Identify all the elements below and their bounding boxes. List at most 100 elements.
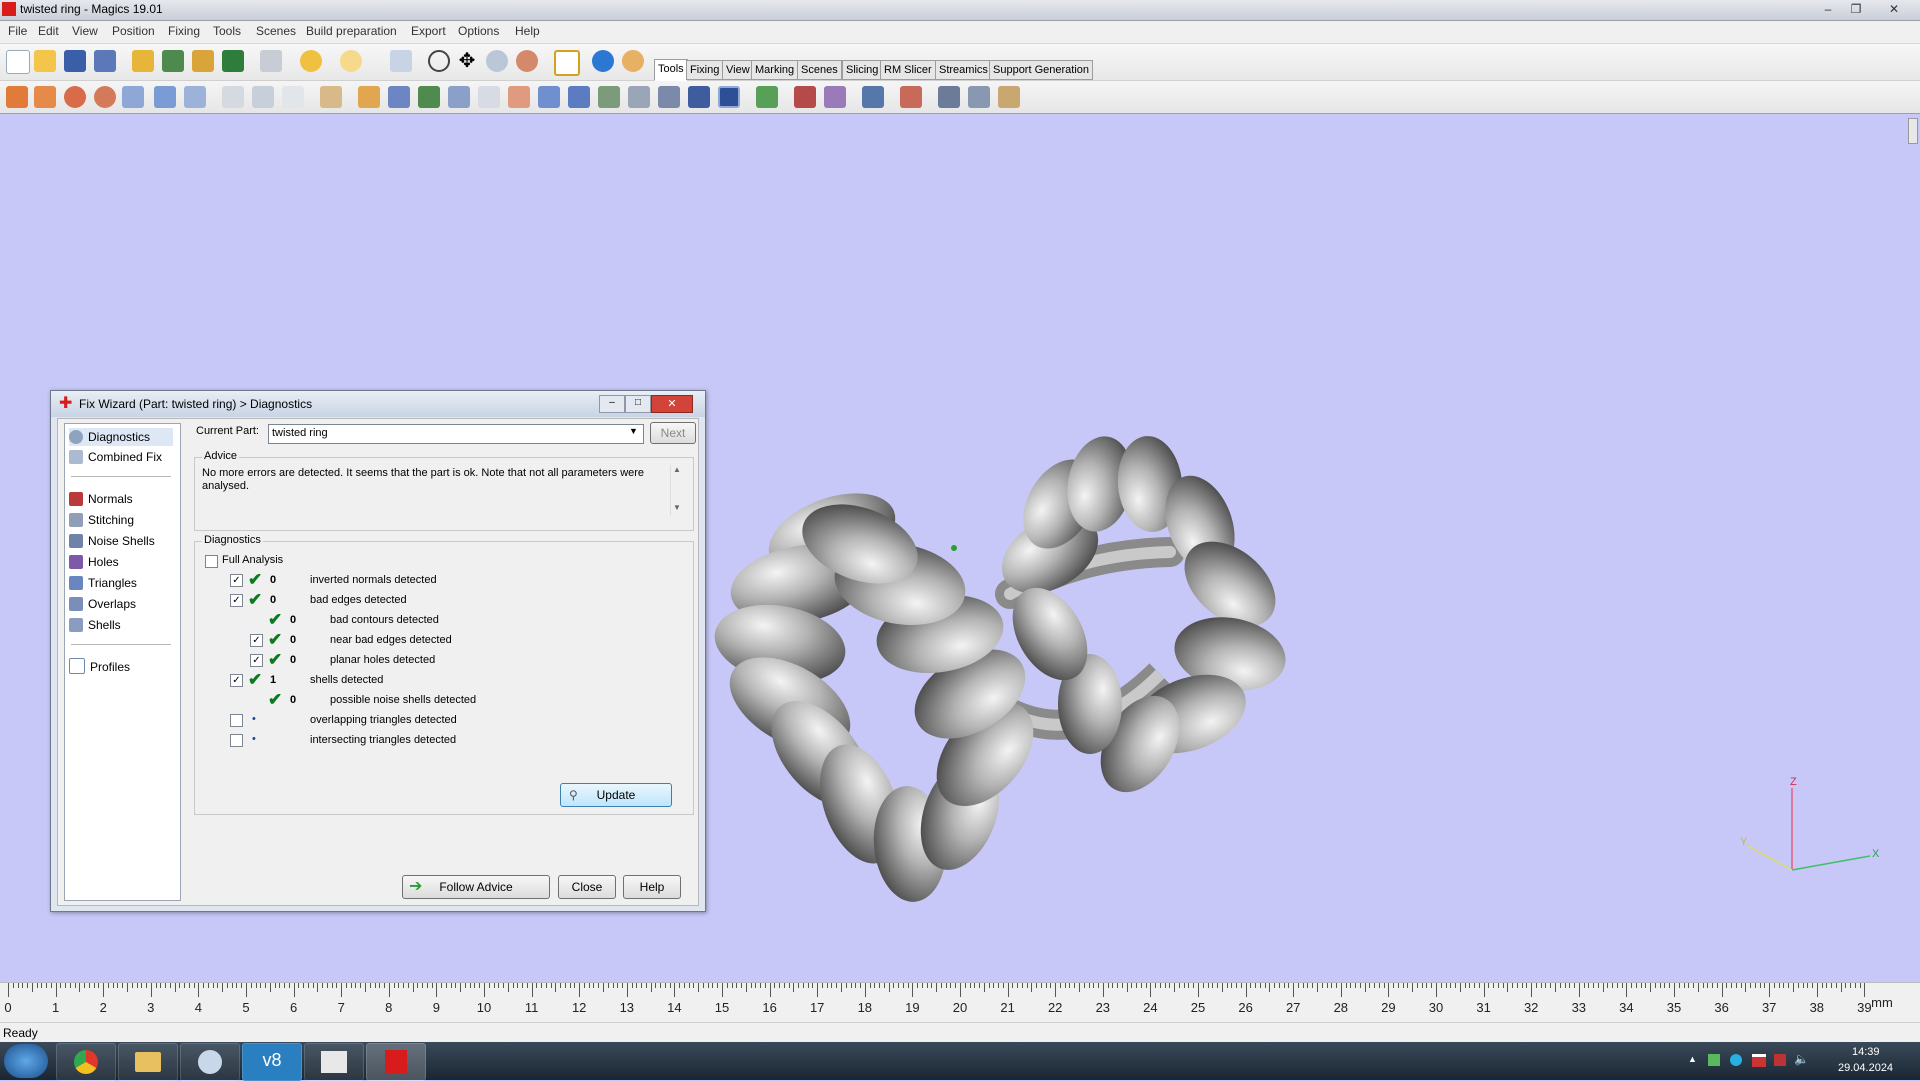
export-part-icon[interactable] bbox=[162, 50, 184, 72]
rescale-icon[interactable] bbox=[122, 86, 144, 108]
tray-expand-icon[interactable]: ▲ bbox=[1688, 1054, 1697, 1064]
smooth-icon[interactable] bbox=[478, 86, 500, 108]
offset-icon[interactable] bbox=[282, 86, 304, 108]
diagnostic-checkbox[interactable]: ✓ bbox=[250, 654, 263, 667]
shell-icon[interactable] bbox=[538, 86, 560, 108]
menu-file[interactable]: File bbox=[8, 24, 27, 38]
autofix-icon[interactable] bbox=[824, 86, 846, 108]
nav-item-normals[interactable]: Normals bbox=[69, 490, 133, 508]
volume-icon[interactable]: 🔈 bbox=[1794, 1052, 1809, 1066]
import-part-icon[interactable] bbox=[132, 50, 154, 72]
menu-build-preparation[interactable]: Build preparation bbox=[306, 24, 397, 38]
duplicate-icon[interactable] bbox=[184, 86, 206, 108]
follow-advice-button[interactable]: ➔ Follow Advice bbox=[402, 875, 550, 899]
task-list-icon[interactable] bbox=[554, 50, 580, 76]
wrap-icon[interactable] bbox=[628, 86, 650, 108]
help-button[interactable]: Help bbox=[623, 875, 681, 899]
taskbar-magics-button[interactable] bbox=[366, 1043, 426, 1081]
full-analysis-checkbox[interactable] bbox=[205, 555, 218, 568]
help-icon[interactable] bbox=[592, 50, 614, 72]
slice-icon[interactable] bbox=[968, 86, 990, 108]
clock-time[interactable]: 14:39 bbox=[1852, 1046, 1880, 1058]
zoom-window-icon[interactable] bbox=[516, 50, 538, 72]
menu-tools[interactable]: Tools bbox=[213, 24, 241, 38]
unload-part-icon[interactable] bbox=[222, 50, 244, 72]
diagnostic-checkbox[interactable]: ✓ bbox=[230, 674, 243, 687]
menu-options[interactable]: Options bbox=[458, 24, 499, 38]
move-icon[interactable] bbox=[34, 86, 56, 108]
network-icon[interactable] bbox=[1708, 1054, 1720, 1066]
rotate-view-icon[interactable] bbox=[428, 50, 450, 72]
minimize-button[interactable]: – bbox=[1814, 0, 1842, 18]
sweep-icon[interactable] bbox=[598, 86, 620, 108]
hollow-icon[interactable] bbox=[252, 86, 274, 108]
menu-export[interactable]: Export bbox=[411, 24, 446, 38]
user-icon[interactable] bbox=[622, 50, 644, 72]
menu-fixing[interactable]: Fixing bbox=[168, 24, 200, 38]
new-file-icon[interactable] bbox=[6, 50, 30, 74]
triangle-reduction-icon[interactable] bbox=[658, 86, 680, 108]
diagnostic-checkbox[interactable] bbox=[230, 734, 243, 747]
fix-wizard-icon[interactable] bbox=[794, 86, 816, 108]
dialog-close-button[interactable]: ✕ bbox=[651, 395, 693, 413]
tab-view[interactable]: View bbox=[722, 60, 754, 80]
nav-item-diagnostics[interactable]: Diagnostics bbox=[69, 428, 173, 446]
rotate-icon[interactable] bbox=[64, 86, 86, 108]
part-list-icon[interactable] bbox=[862, 86, 884, 108]
nav-item-triangles[interactable]: Triangles bbox=[69, 574, 137, 592]
part-info-icon[interactable] bbox=[388, 86, 410, 108]
nav-item-overlaps[interactable]: Overlaps bbox=[69, 595, 136, 613]
diagnostic-checkbox[interactable] bbox=[230, 714, 243, 727]
taskbar-app-button[interactable] bbox=[304, 1043, 364, 1081]
pin-panel-icon[interactable] bbox=[1908, 118, 1918, 144]
twisted-ring-model[interactable] bbox=[708, 431, 1291, 905]
dialog-maximize-button[interactable]: □ bbox=[625, 395, 651, 413]
advice-scrollbar[interactable]: ▲ ▼ bbox=[670, 465, 683, 515]
diagnostic-checkbox[interactable]: ✓ bbox=[250, 634, 263, 647]
tab-support-generation[interactable]: Support Generation bbox=[989, 60, 1094, 80]
nav-item-stitching[interactable]: Stitching bbox=[69, 511, 134, 529]
close-button[interactable]: Close bbox=[558, 875, 616, 899]
scroll-down-icon[interactable]: ▼ bbox=[673, 503, 681, 512]
maximize-button[interactable]: ❐ bbox=[1842, 0, 1870, 18]
start-button[interactable] bbox=[4, 1044, 48, 1078]
select-part-icon[interactable] bbox=[390, 50, 412, 72]
section-icon[interactable] bbox=[568, 86, 590, 108]
skype-icon[interactable] bbox=[1730, 1054, 1742, 1066]
nav-item-profiles[interactable]: Profiles bbox=[69, 658, 130, 676]
taskbar-v8-button[interactable]: v8 bbox=[242, 1043, 302, 1081]
action-center-icon[interactable] bbox=[1774, 1054, 1786, 1066]
menu-edit[interactable]: Edit bbox=[38, 24, 59, 38]
menu-position[interactable]: Position bbox=[112, 24, 155, 38]
nav-item-holes[interactable]: Holes bbox=[69, 553, 119, 571]
menu-view[interactable]: View bbox=[72, 24, 98, 38]
hand-tool-icon[interactable] bbox=[320, 86, 342, 108]
diagnostic-checkbox[interactable]: ✓ bbox=[230, 574, 243, 587]
redo-icon[interactable] bbox=[340, 50, 362, 72]
save-icon[interactable] bbox=[64, 50, 86, 72]
label-icon[interactable] bbox=[418, 86, 440, 108]
taskbar-paint-button[interactable] bbox=[180, 1043, 240, 1081]
load-scene-icon[interactable] bbox=[192, 50, 214, 72]
mirror-icon[interactable] bbox=[154, 86, 176, 108]
tab-slicing[interactable]: Slicing bbox=[842, 60, 883, 80]
tab-streamics[interactable]: Streamics bbox=[935, 60, 992, 80]
tab-rm-slicer[interactable]: RM Slicer bbox=[880, 60, 936, 80]
translate-icon[interactable] bbox=[6, 86, 28, 108]
settings-icon[interactable] bbox=[938, 86, 960, 108]
update-button[interactable]: ⚲ Update bbox=[560, 783, 672, 807]
tab-scenes[interactable]: Scenes bbox=[797, 60, 842, 80]
tab-marking[interactable]: Marking bbox=[751, 60, 799, 80]
taskbar-explorer-button[interactable] bbox=[118, 1043, 178, 1081]
undo-icon[interactable] bbox=[300, 50, 322, 72]
language-flag-icon[interactable] bbox=[1752, 1054, 1766, 1067]
extrude-icon[interactable] bbox=[508, 86, 530, 108]
frame-icon[interactable] bbox=[718, 86, 740, 108]
zoom-icon[interactable] bbox=[486, 50, 508, 72]
clock-date[interactable]: 29.04.2024 bbox=[1838, 1062, 1893, 1074]
pan-view-icon[interactable]: ✥ bbox=[456, 50, 478, 72]
tab-tools[interactable]: Tools bbox=[654, 59, 688, 81]
rotate-interactive-icon[interactable] bbox=[94, 86, 116, 108]
diagnostic-checkbox[interactable]: ✓ bbox=[230, 594, 243, 607]
current-part-select[interactable]: twisted ring ▼ bbox=[268, 424, 644, 444]
